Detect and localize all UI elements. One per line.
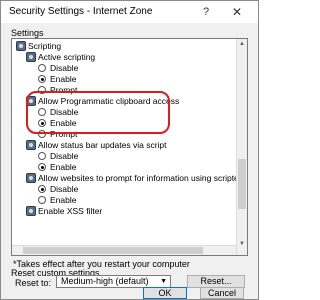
- radio-button[interactable]: [38, 163, 46, 171]
- row-label: Enable XSS filter: [38, 206, 103, 216]
- row-label: Disable: [50, 184, 79, 194]
- radio-button[interactable]: [38, 152, 46, 160]
- clipboard-highlight-ring: [26, 91, 170, 134]
- row-label: Allow websites to prompt for information…: [38, 173, 248, 183]
- security-settings-dialog: Security Settings - Internet Zone ? ✕ Se…: [0, 0, 259, 300]
- radio-button[interactable]: [38, 196, 46, 204]
- cancel-button[interactable]: Cancel: [200, 287, 244, 299]
- row-label: Active scripting: [38, 52, 96, 62]
- scroll-down-icon[interactable]: ▼: [237, 239, 247, 249]
- close-icon[interactable]: ✕: [226, 4, 248, 20]
- horizontal-scroll-thumb[interactable]: [23, 247, 203, 254]
- radio-button[interactable]: [38, 185, 46, 193]
- row-label: Enable: [50, 195, 77, 205]
- reset-level-value: Medium-high (default): [61, 276, 149, 286]
- scripting-gear-icon: [16, 41, 26, 51]
- settings-group-label: Settings: [11, 28, 44, 38]
- title-bar: Security Settings - Internet Zone ? ✕: [1, 1, 258, 23]
- row-label: Disable: [50, 63, 79, 73]
- window-title: Security Settings - Internet Zone: [9, 6, 153, 17]
- row-label: Enable: [50, 74, 77, 84]
- horizontal-scrollbar[interactable]: [12, 245, 236, 255]
- row-label: Scripting: [28, 41, 62, 51]
- vertical-scrollbar[interactable]: ▲ ▼: [236, 39, 247, 255]
- chevron-down-icon: ▼: [160, 278, 167, 285]
- reset-to-label: Reset to:: [15, 278, 52, 288]
- row-label: Allow status bar updates via script: [38, 140, 167, 150]
- settings-gear-icon: [26, 52, 36, 62]
- row-label: Disable: [50, 151, 79, 161]
- ok-button[interactable]: OK: [143, 287, 187, 299]
- settings-gear-icon: [26, 140, 36, 150]
- settings-list[interactable]: Enable XSS filter Enable Disable Allow webs…: [11, 38, 248, 256]
- row-label: Enable: [50, 162, 77, 172]
- help-icon[interactable]: ?: [199, 5, 213, 19]
- settings-gear-icon: [26, 173, 36, 183]
- radio-button[interactable]: [38, 64, 46, 72]
- radio-button[interactable]: [38, 75, 46, 83]
- scroll-up-icon[interactable]: ▲: [237, 39, 247, 49]
- vertical-scroll-thumb[interactable]: [238, 159, 246, 209]
- settings-gear-icon: [26, 206, 36, 216]
